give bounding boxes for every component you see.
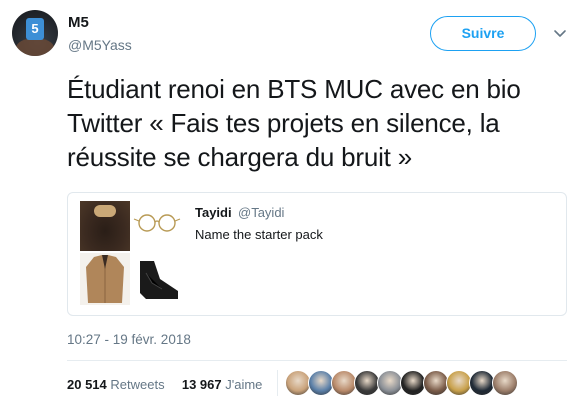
camel-coat-photo — [80, 253, 130, 305]
glasses-icon — [133, 214, 181, 232]
engagement-stats: 20 514 Retweets 13 967 J'aime — [67, 377, 262, 392]
retweets-stat[interactable]: 20 514 Retweets — [67, 377, 165, 392]
shoe-icon — [140, 261, 178, 299]
quoted-author-handle[interactable]: @Tayidi — [238, 205, 284, 220]
chevron-down-icon[interactable] — [552, 26, 568, 42]
likes-label: J'aime — [225, 377, 263, 392]
tweet-text: Étudiant renoi en BTS MUC avec en bio Tw… — [67, 74, 521, 172]
likes-count: 13 967 — [181, 377, 222, 392]
quoted-tweet[interactable]: Tayidi @Tayidi Name the starter pack — [67, 192, 567, 316]
stats-separator — [277, 370, 278, 396]
retweets-count: 20 514 — [67, 377, 107, 392]
tweet-timestamp[interactable]: 10:27 - 19 févr. 2018 — [67, 332, 191, 347]
stats-divider — [67, 360, 567, 361]
quoted-author-name[interactable]: Tayidi — [195, 205, 232, 220]
author-avatar[interactable]: 5 — [12, 10, 58, 56]
author-handle[interactable]: @M5Yass — [68, 37, 132, 53]
quoted-tweet-text: Name the starter pack — [195, 227, 323, 242]
quoted-media-grid[interactable] — [80, 201, 182, 305]
glasses-photo — [132, 201, 182, 251]
avatar-five-badge: 5 — [26, 18, 44, 40]
waves-hair-photo — [80, 201, 130, 251]
author-name[interactable]: M5 — [68, 14, 89, 31]
black-shoes-photo — [132, 253, 182, 305]
avatar-hand-graphic — [16, 38, 54, 56]
liker-avatar[interactable] — [492, 370, 518, 396]
likes-stat[interactable]: 13 967 J'aime — [182, 377, 263, 392]
hair-brush-graphic — [94, 205, 116, 217]
coat-icon — [86, 255, 124, 303]
retweets-label: Retweets — [110, 377, 165, 392]
follow-button[interactable]: Suivre — [430, 16, 536, 51]
